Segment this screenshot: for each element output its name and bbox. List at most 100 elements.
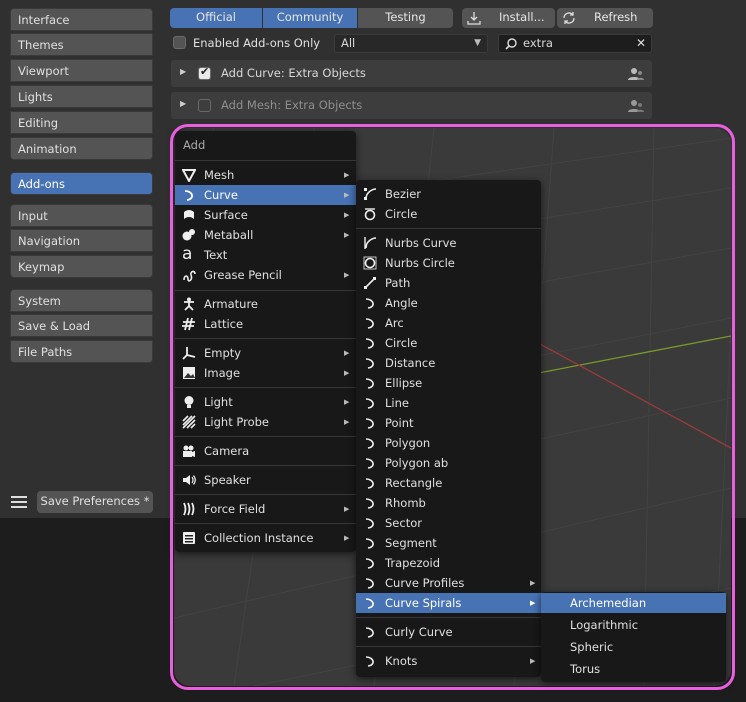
menu-item-point[interactable]: Point (356, 413, 541, 433)
curve-icon (365, 598, 374, 609)
menu-item-lattice[interactable]: Lattice (175, 314, 356, 334)
nurbs-curve-icon (364, 237, 377, 249)
sidebar-item-editing[interactable]: Editing (10, 111, 153, 134)
sidebar-item-input[interactable]: Input (10, 204, 153, 227)
curve-icon (365, 478, 374, 489)
menu-item-knots[interactable]: Knots ▶ (356, 651, 541, 671)
sidebar-item-interface[interactable]: Interface (10, 8, 153, 31)
menu-item-angle[interactable]: Angle (356, 293, 541, 313)
menu-item-bezier[interactable]: Bezier (356, 184, 541, 204)
surface-icon (184, 210, 194, 219)
tab-community[interactable]: Community (263, 8, 357, 28)
menu-item-curve[interactable]: Curve ▶ (175, 185, 356, 205)
menu-item-polygon[interactable]: Polygon (356, 433, 541, 453)
menu-item-logarithmic[interactable]: Logarithmic (541, 615, 726, 635)
submenu-arrow-icon: ▶ (344, 505, 350, 513)
submenu-arrow-icon: ▶ (530, 579, 536, 587)
menu-item-circle[interactable]: Circle (356, 204, 541, 224)
menu-item-empty[interactable]: Empty ▶ (175, 343, 356, 363)
clear-icon[interactable]: ✕ (636, 35, 646, 52)
menu-item-nurbs-curve[interactable]: Nurbs Curve (356, 233, 541, 253)
menu-item-polygon-ab[interactable]: Polygon ab (356, 453, 541, 473)
category-select[interactable]: All ▼ (334, 34, 488, 53)
curve-icon (365, 318, 374, 329)
tab-testing[interactable]: Testing (358, 8, 453, 28)
addon-row[interactable]: ▶ Add Mesh: Extra Objects (171, 92, 652, 119)
lattice-icon (182, 317, 195, 331)
menu-item-curly-curve[interactable]: Curly Curve (356, 622, 541, 642)
sidebar-item-themes[interactable]: Themes (10, 33, 153, 56)
bezier-curve-icon (364, 188, 377, 200)
install-button[interactable]: Install... (462, 8, 555, 28)
enabled-only-checkbox[interactable] (173, 36, 186, 49)
menu-item-path[interactable]: Path (356, 273, 541, 293)
download-icon (467, 12, 481, 25)
menu-item-camera[interactable]: Camera (175, 441, 356, 461)
menu-item-metaball[interactable]: Metaball ▶ (175, 225, 356, 245)
armature-icon (184, 297, 194, 311)
menu-item-light-probe[interactable]: Light Probe ▶ (175, 412, 356, 432)
menu-item-rectangle[interactable]: Rectangle (356, 473, 541, 493)
menu-item-arc[interactable]: Arc (356, 313, 541, 333)
menu-item-nurbs-circle[interactable]: Nurbs Circle (356, 253, 541, 273)
search-input[interactable]: extra ✕ (498, 34, 652, 53)
sidebar-item-add-ons[interactable]: Add-ons (10, 172, 153, 195)
expand-arrow-icon[interactable]: ▶ (180, 99, 186, 108)
collection-instance-icon (183, 532, 195, 544)
add-menu-title: Add (183, 138, 206, 152)
menu-item-curve-spirals[interactable]: Curve Spirals ▶ (356, 593, 541, 613)
sidebar-item-viewport[interactable]: Viewport (10, 59, 153, 82)
sidebar-item-navigation[interactable]: Navigation (10, 229, 153, 252)
expand-arrow-icon[interactable]: ▶ (180, 67, 186, 76)
curve-spirals-submenu: Archemedian Logarithmic Spheric Torus (541, 592, 726, 682)
menu-item-distance[interactable]: Distance (356, 353, 541, 373)
mesh-icon (182, 169, 196, 182)
menu-item-curve-profiles[interactable]: Curve Profiles ▶ (356, 573, 541, 593)
refresh-button[interactable]: Refresh (557, 8, 653, 28)
submenu-arrow-icon: ▶ (344, 418, 350, 426)
menu-item-line[interactable]: Line (356, 393, 541, 413)
menu-item-sector[interactable]: Sector (356, 513, 541, 533)
menu-item-speaker[interactable]: Speaker (175, 470, 356, 490)
menu-item-mesh[interactable]: Mesh ▶ (175, 165, 356, 185)
addon-name: Add Curve: Extra Objects (221, 66, 366, 80)
menu-item-spheric[interactable]: Spheric (541, 637, 726, 657)
menu-item-archemedian[interactable]: Archemedian (541, 593, 726, 613)
save-preferences-button[interactable]: Save Preferences * (37, 491, 153, 513)
sidebar-item-animation[interactable]: Animation (10, 137, 153, 160)
curve-icon (184, 190, 193, 201)
menu-item-torus[interactable]: Torus (541, 659, 726, 679)
addon-row[interactable]: ▶ Add Curve: Extra Objects (171, 60, 652, 87)
menu-icon[interactable] (11, 493, 27, 509)
menu-item-text[interactable]: a Text (175, 244, 356, 265)
sidebar-item-system[interactable]: System (10, 289, 153, 312)
sidebar-item-keymap[interactable]: Keymap (10, 255, 153, 278)
path-icon (364, 277, 376, 289)
speaker-icon (183, 475, 196, 485)
menu-item-collection-instance[interactable]: Collection Instance ▶ (175, 528, 356, 548)
grease-pencil-icon (183, 270, 196, 282)
menu-item-rhomb[interactable]: Rhomb (356, 493, 541, 513)
refresh-label: Refresh (594, 10, 638, 24)
sidebar-item-save-load[interactable]: Save & Load (10, 314, 153, 337)
menu-item-force-field[interactable]: Force Field ▶ (175, 499, 356, 519)
addon-enable-checkbox[interactable] (198, 99, 211, 112)
menu-item-light[interactable]: Light ▶ (175, 392, 356, 412)
light-probe-icon (182, 415, 196, 429)
sidebar-item-file-paths[interactable]: File Paths (10, 340, 153, 363)
menu-item-circle[interactable]: Circle (356, 333, 541, 353)
submenu-arrow-icon: ▶ (344, 231, 350, 239)
menu-item-grease-pencil[interactable]: Grease Pencil ▶ (175, 265, 356, 285)
menu-item-segment[interactable]: Segment (356, 533, 541, 553)
addon-enable-checkbox[interactable] (198, 65, 211, 80)
menu-item-surface[interactable]: Surface ▶ (175, 205, 356, 225)
sidebar-item-lights[interactable]: Lights (10, 85, 153, 108)
tab-official[interactable]: Official (170, 8, 262, 28)
menu-item-image[interactable]: Image ▶ (175, 363, 356, 383)
submenu-arrow-icon: ▶ (344, 191, 350, 199)
menu-item-armature[interactable]: Armature (175, 294, 356, 314)
menu-item-trapezoid[interactable]: Trapezoid (356, 553, 541, 573)
menu-item-ellipse[interactable]: Ellipse (356, 373, 541, 393)
submenu-arrow-icon: ▶ (344, 398, 350, 406)
submenu-arrow-icon: ▶ (344, 349, 350, 357)
